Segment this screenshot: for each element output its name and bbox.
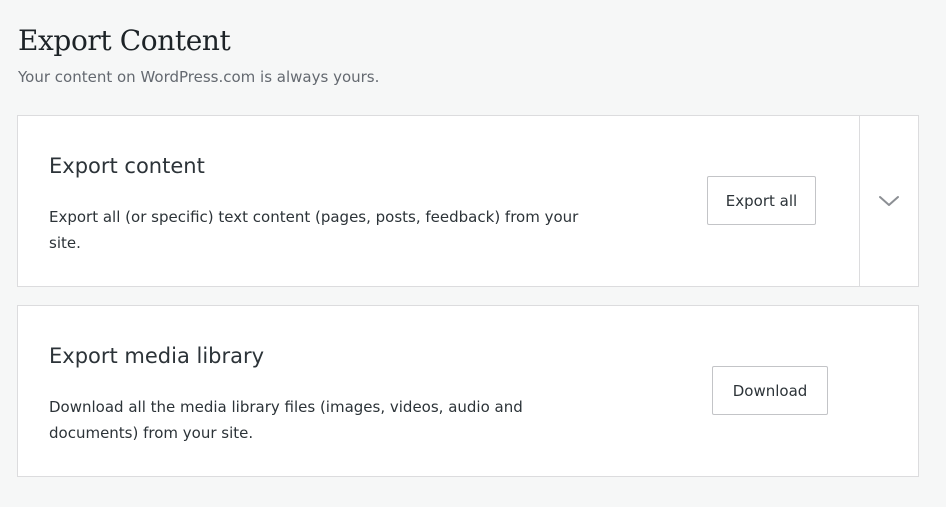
expand-export-options-toggle[interactable] (859, 116, 918, 286)
export-content-title: Export content (49, 154, 205, 178)
export-content-description: Export all (or specific) text content (p… (49, 208, 579, 252)
page-title: Export Content (18, 24, 231, 57)
export-content-card-body: Export content Export all (or specific) … (18, 116, 859, 286)
export-content-card: Export content Export all (or specific) … (17, 115, 919, 287)
export-media-card-body: Export media library Download all the me… (18, 306, 918, 476)
chevron-down-icon (878, 194, 900, 208)
download-button[interactable]: Download (712, 366, 828, 415)
export-media-card: Export media library Download all the me… (17, 305, 919, 477)
export-media-description: Download all the media library files (im… (49, 398, 523, 442)
export-page: Export Content Your content on WordPress… (0, 0, 946, 507)
page-subtitle: Your content on WordPress.com is always … (18, 68, 380, 86)
export-all-button[interactable]: Export all (707, 176, 816, 225)
export-media-title: Export media library (49, 344, 265, 368)
